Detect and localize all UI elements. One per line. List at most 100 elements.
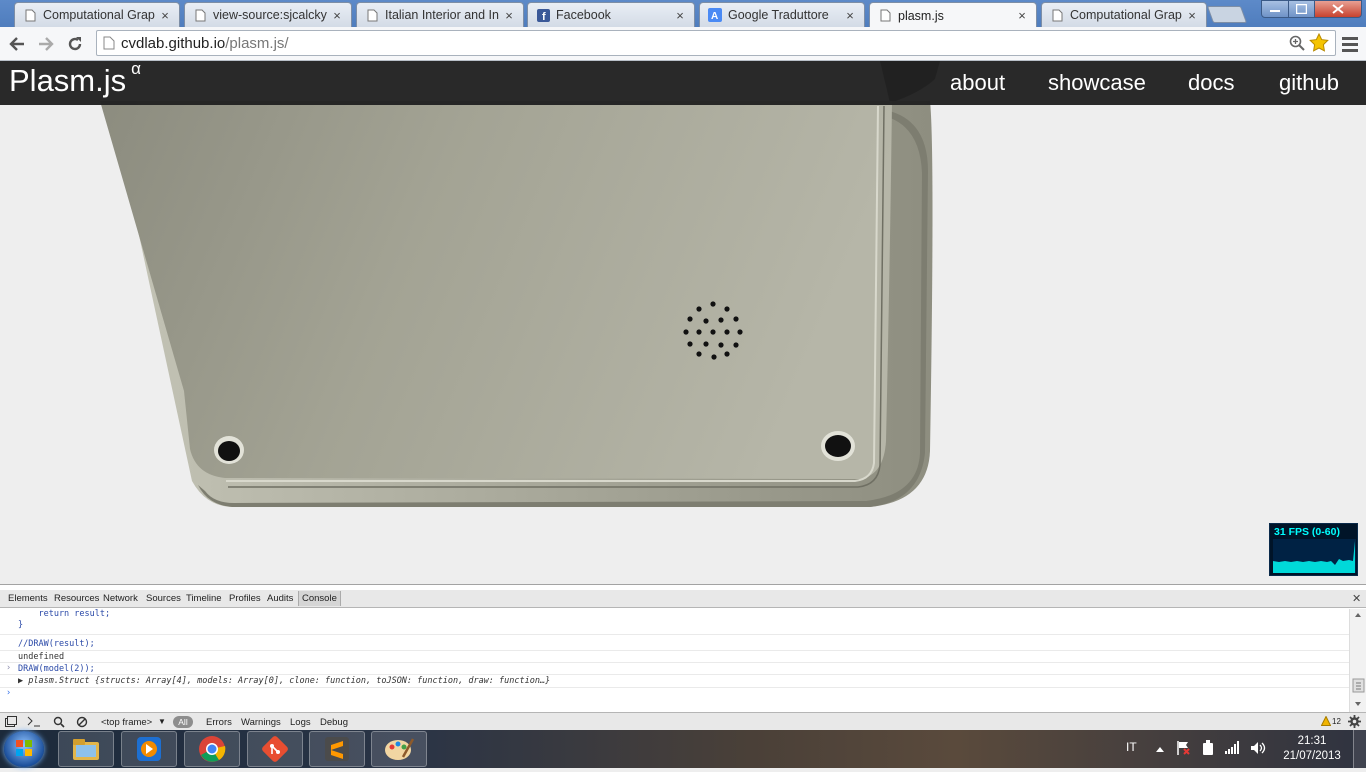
system-clock[interactable]: 21:31 21/07/2013 (1277, 734, 1347, 764)
show-console-drawer-icon[interactable] (27, 716, 41, 730)
url-host: cvdlab.github.io (121, 34, 226, 52)
screw-hole-right (821, 431, 855, 461)
console-output[interactable]: return result; } //DRAW(result); undefin… (0, 609, 1349, 712)
power-icon[interactable] (1201, 740, 1215, 759)
browser-tab[interactable]: A Google Traduttore × (699, 2, 865, 27)
nav-link-github[interactable]: github (1279, 70, 1339, 96)
media-player-icon[interactable] (121, 731, 177, 767)
svg-text:f: f (542, 11, 546, 22)
browser-tab-active[interactable]: plasm.js × (869, 2, 1037, 28)
site-navbar: Plasm.js α about showcase docs github (0, 61, 1366, 105)
volume-icon[interactable] (1250, 741, 1266, 758)
new-tab-button[interactable] (1206, 6, 1248, 23)
windows-logo-icon (16, 740, 32, 756)
maximize-window-button[interactable] (1288, 0, 1315, 18)
browser-tab[interactable]: Computational Graph × (1041, 2, 1207, 27)
devtools-tab-timeline[interactable]: Timeline (186, 593, 222, 604)
git-icon[interactable] (247, 731, 303, 767)
devtools-status-bar: <top frame> ▼ All Errors Warnings Logs D… (0, 712, 1366, 731)
tab-close-icon[interactable]: × (331, 8, 343, 23)
devtools-tab-network[interactable]: Network (103, 593, 138, 604)
nav-link-docs[interactable]: docs (1188, 70, 1234, 96)
reload-button[interactable] (64, 33, 86, 55)
filter-logs[interactable]: Logs (290, 717, 311, 728)
alpha-badge: α (131, 61, 141, 78)
page-icon (365, 8, 379, 22)
close-window-button[interactable] (1314, 0, 1362, 18)
clock-date: 21/07/2013 (1283, 750, 1341, 762)
webgl-3d-model-canvas[interactable] (0, 61, 1366, 584)
devtools-tab-sources[interactable]: Sources (146, 593, 181, 604)
page-icon (193, 8, 207, 22)
browser-toolbar: cvdlab.github.io/plasm.js/ (0, 27, 1366, 61)
explorer-icon[interactable] (58, 731, 114, 767)
warning-icon[interactable] (1320, 715, 1332, 729)
settings-gear-icon[interactable] (1348, 715, 1361, 731)
url-path: /plasm.js/ (225, 34, 289, 52)
back-button[interactable] (6, 33, 28, 55)
browser-tab[interactable]: view-source:sjcalcky.g × (184, 2, 352, 27)
devtools-tab-console[interactable]: Console (298, 591, 341, 606)
console-line: DRAW(model(2)); (18, 664, 95, 674)
zoom-icon[interactable] (1289, 35, 1305, 55)
tab-close-icon[interactable]: × (674, 8, 686, 23)
tab-close-icon[interactable]: × (503, 8, 515, 23)
browser-tab-strip: Computational Graph × view-source:sjcalc… (0, 0, 1366, 28)
fps-label: 31 FPS (0-60) (1274, 526, 1340, 538)
tab-close-icon[interactable]: × (159, 8, 171, 23)
nav-link-showcase[interactable]: showcase (1048, 70, 1146, 96)
console-input-prompt-icon[interactable]: › (6, 688, 11, 698)
show-desktop-button[interactable] (1353, 730, 1366, 768)
browser-tab[interactable]: f Facebook × (527, 2, 695, 27)
svg-text:A: A (711, 11, 718, 22)
devtools-tab-profiles[interactable]: Profiles (229, 593, 261, 604)
tab-close-icon[interactable]: × (1016, 8, 1028, 23)
browser-tab[interactable]: Computational Graph × (14, 2, 180, 27)
address-bar[interactable]: cvdlab.github.io/plasm.js/ (96, 30, 1336, 56)
filter-warnings[interactable]: Warnings (241, 717, 281, 728)
forward-button[interactable] (35, 33, 57, 55)
devtools-tab-bar: Elements Resources Network Sources Timel… (0, 590, 1366, 608)
tab-close-icon[interactable]: × (844, 8, 856, 23)
minimize-window-button[interactable] (1261, 0, 1289, 18)
devtools-close-icon[interactable]: ✕ (1352, 592, 1361, 605)
chrome-icon[interactable] (184, 731, 240, 767)
clock-time: 21:31 (1297, 735, 1327, 747)
fps-graph (1273, 539, 1356, 573)
page-icon (103, 36, 115, 50)
paint-icon[interactable] (371, 731, 427, 767)
translate-icon: A (708, 8, 722, 22)
devtools-tab-elements[interactable]: Elements (8, 593, 48, 604)
browser-tab[interactable]: Italian Interior and Ind × (356, 2, 524, 27)
devtools-tab-resources[interactable]: Resources (54, 593, 99, 604)
language-indicator[interactable]: IT (1126, 740, 1137, 754)
bookmark-star-icon[interactable] (1309, 32, 1329, 57)
browser-menu-button[interactable] (1340, 34, 1360, 54)
site-brand[interactable]: Plasm.js α (9, 61, 141, 99)
start-button[interactable] (4, 731, 44, 767)
console-scrollbar[interactable] (1349, 609, 1366, 712)
console-line: return result; (18, 609, 111, 619)
filter-all-pill[interactable]: All (173, 716, 193, 728)
model-face (100, 101, 892, 479)
filter-debug[interactable]: Debug (320, 717, 348, 728)
tab-close-icon[interactable]: × (1186, 8, 1198, 23)
sublime-text-icon[interactable] (309, 731, 365, 767)
console-line: undefined (18, 652, 65, 662)
clear-console-icon[interactable] (76, 716, 88, 731)
dock-icon[interactable] (5, 716, 17, 730)
page-viewport: Plasm.js α about showcase docs github 31 … (0, 61, 1366, 584)
page-icon (878, 9, 892, 23)
devtools-tab-audits[interactable]: Audits (267, 593, 293, 604)
network-signal-icon[interactable] (1225, 741, 1239, 758)
console-object-line[interactable]: ▶ plasm.Struct {structs: Array[4], model… (18, 676, 550, 686)
console-line: } (18, 620, 24, 630)
filter-errors[interactable]: Errors (206, 717, 232, 728)
fps-stats-widget[interactable]: 31 FPS (0-60) (1269, 523, 1358, 576)
action-center-flag-icon[interactable] (1176, 740, 1190, 759)
show-hidden-icons-icon[interactable] (1155, 742, 1165, 756)
frame-selector[interactable]: <top frame> (101, 717, 152, 728)
inspect-search-icon[interactable] (53, 716, 65, 731)
nav-link-about[interactable]: about (950, 70, 1005, 96)
chevron-down-icon: ▼ (158, 717, 166, 726)
